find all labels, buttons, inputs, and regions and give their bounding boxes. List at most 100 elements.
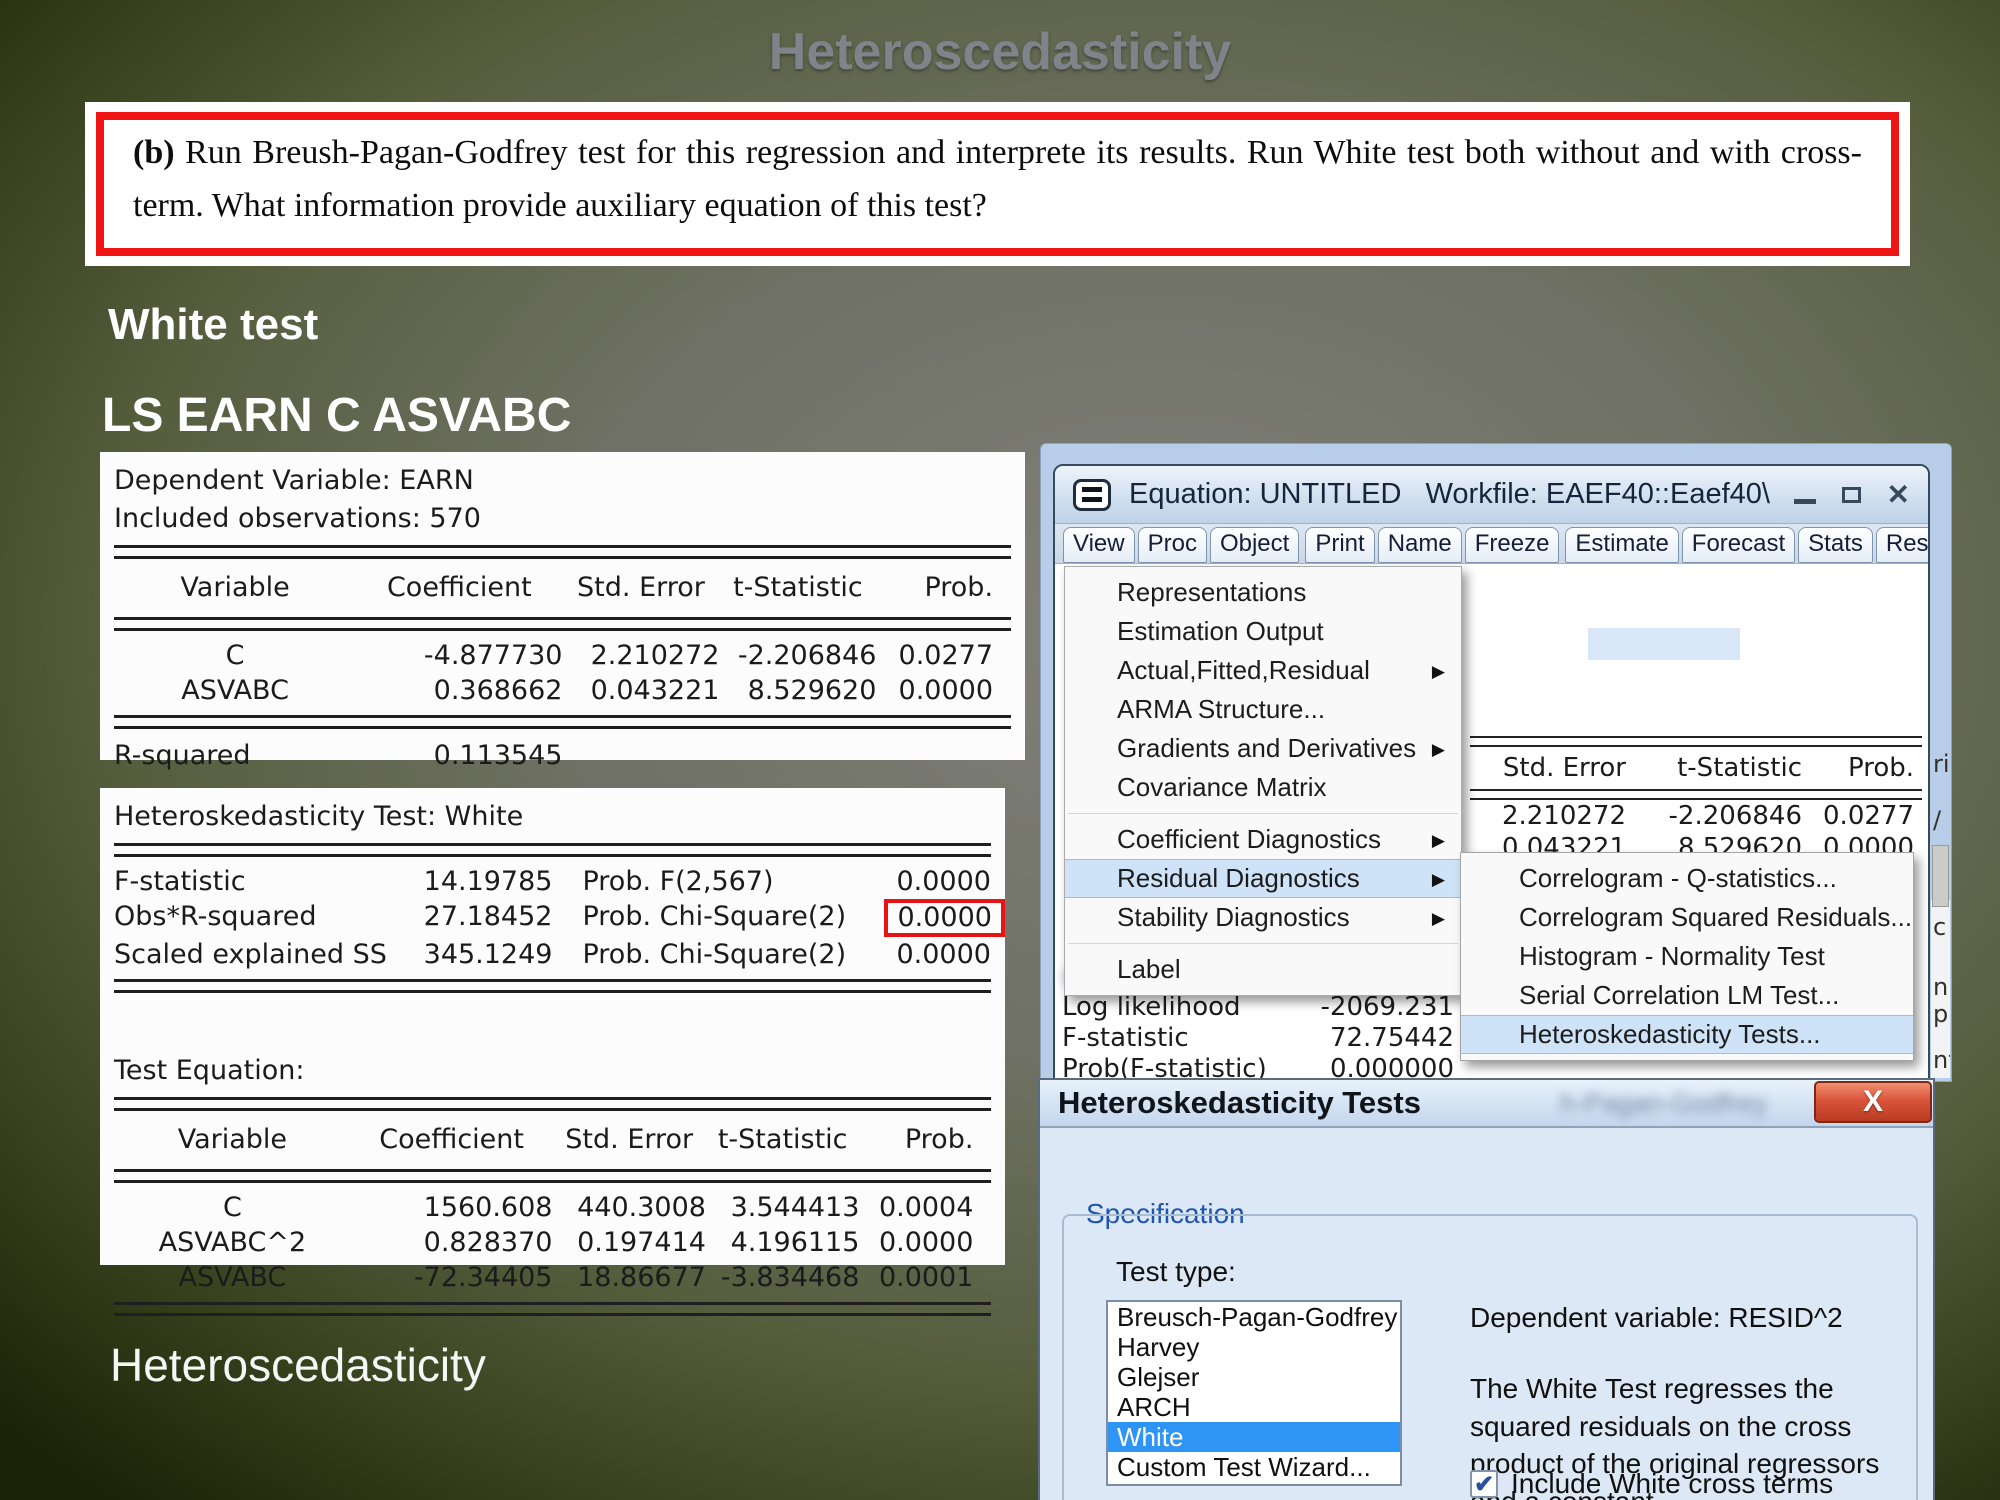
highlighted-prob-value: 0.0000 xyxy=(884,899,1004,937)
test-equation-label: Test Equation: xyxy=(114,1052,991,1090)
cell-selection-highlight xyxy=(1588,628,1740,660)
menu-item-label: Actual,Fitted,Residual xyxy=(1117,655,1370,685)
stat-label: F-statistic xyxy=(1062,1023,1189,1054)
heading-command: LS EARN C ASVABC xyxy=(102,388,571,443)
toolbar-button-view[interactable]: View xyxy=(1063,527,1135,563)
dialog-close-icon[interactable]: X xyxy=(1814,1081,1932,1123)
table-row: 2.210272 -2.206846 0.0277 xyxy=(1470,800,1922,832)
r-squared-label: R-squared xyxy=(114,736,356,776)
cell: Obs*R-squared xyxy=(114,899,403,937)
cell: Scaled explained SS xyxy=(114,937,403,972)
menu-item-label: Serial Correlation LM Test... xyxy=(1519,980,1839,1010)
equation-window-title: Equation: UNTITLED Workfile: EAEF40::Eae… xyxy=(1129,478,1794,511)
menu-item-arma-structure[interactable]: ARMA Structure... xyxy=(1065,690,1461,729)
submenu-item-heteroskedasticity-tests[interactable]: Heteroskedasticity Tests... xyxy=(1461,1015,1913,1054)
divider xyxy=(114,1302,991,1316)
toolbar-button-proc[interactable]: Proc xyxy=(1138,527,1207,563)
toolbar-button-stats[interactable]: Stats xyxy=(1798,527,1873,563)
menu-item-stability-diagnostics[interactable]: Stability Diagnostics▶ xyxy=(1065,898,1461,937)
cell: 0.0004 xyxy=(859,1190,973,1225)
edge-text-fragment: n xyxy=(1933,973,1950,1001)
toolbar-button-resids[interactable]: Resids xyxy=(1876,527,1930,563)
background-output-table: Std. Error t-Statistic Prob. 2.210272 -2… xyxy=(1470,736,1922,864)
cell: ASVABC xyxy=(114,673,356,708)
stat-row: F-statistic 72.75442 xyxy=(1062,1023,1454,1054)
summary-row: Scaled explained SS 345.1249 Prob. Chi-S… xyxy=(114,937,991,972)
menu-item-gradients-derivatives[interactable]: Gradients and Derivatives▶ xyxy=(1065,729,1461,768)
cell: 0.0000 xyxy=(859,1225,973,1260)
cell: 0.0000 xyxy=(868,864,991,899)
menu-item-representations[interactable]: Representations xyxy=(1065,573,1461,612)
cell: 345.1249 xyxy=(403,937,552,972)
summary-row: F-statistic 14.19785 Prob. F(2,567) 0.00… xyxy=(114,864,991,899)
divider xyxy=(1470,789,1922,800)
submenu-arrow-icon: ▶ xyxy=(1432,821,1445,860)
menu-item-covariance-matrix[interactable]: Covariance Matrix xyxy=(1065,768,1461,807)
cell: 0.0277 xyxy=(1802,800,1914,832)
menu-item-label: Estimation Output xyxy=(1117,616,1324,646)
edge-text-fragment: / xyxy=(1933,806,1950,834)
divider xyxy=(114,1169,991,1183)
dependent-variable-label: Dependent variable: RESID^2 xyxy=(1470,1302,1843,1334)
submenu-arrow-icon: ▶ xyxy=(1432,899,1445,938)
cell: 0.828370 xyxy=(351,1225,553,1260)
submenu-item-correlogram-q[interactable]: Correlogram - Q-statistics... xyxy=(1461,859,1913,898)
edge-text-fragment: nt xyxy=(1933,1046,1950,1074)
maximize-icon[interactable] xyxy=(1842,487,1861,503)
cell: 1560.608 xyxy=(351,1190,553,1225)
table-row: ASVABC^2 0.828370 0.197414 4.196115 0.00… xyxy=(114,1225,991,1260)
divider xyxy=(114,617,1011,631)
dialog-title: Heteroskedasticity Tests xyxy=(1058,1085,1421,1121)
toolbar-button-print[interactable]: Print xyxy=(1305,527,1374,563)
cell: -4.877730 xyxy=(356,638,562,673)
edge-text-fragment: p xyxy=(1933,1000,1950,1028)
cell: 18.86677 xyxy=(552,1260,705,1295)
list-item-glejser[interactable]: Glejser xyxy=(1108,1362,1400,1392)
cell: 440.3008 xyxy=(552,1190,705,1225)
menu-item-label: Gradients and Derivatives xyxy=(1117,733,1416,763)
cell: -2.206846 xyxy=(1626,800,1802,832)
dependent-variable-line: Dependent Variable: EARN xyxy=(114,462,1011,500)
cell: 0.0001 xyxy=(859,1260,973,1295)
toolbar-button-estimate[interactable]: Estimate xyxy=(1565,527,1678,563)
list-item-white-selected[interactable]: White xyxy=(1108,1422,1400,1452)
menu-item-label-entry[interactable]: Label xyxy=(1065,950,1461,989)
menu-item-label: Correlogram - Q-statistics... xyxy=(1519,863,1837,893)
menu-item-coefficient-diagnostics[interactable]: Coefficient Diagnostics▶ xyxy=(1065,820,1461,859)
equation-toolbar: View Proc Object Print Name Freeze Estim… xyxy=(1055,524,1928,564)
submenu-arrow-icon: ▶ xyxy=(1432,861,1445,898)
menu-item-label: Heteroskedasticity Tests... xyxy=(1519,1019,1821,1049)
toolbar-button-forecast[interactable]: Forecast xyxy=(1682,527,1795,563)
table-header: Variable Coefficient Std. Error t-Statis… xyxy=(114,566,1011,610)
toolbar-button-name[interactable]: Name xyxy=(1378,527,1462,563)
list-item-breusch-pagan-godfrey[interactable]: Breusch-Pagan-Godfrey xyxy=(1108,1302,1400,1332)
checkbox-checked-icon[interactable]: ✔ xyxy=(1470,1470,1498,1498)
cell: -3.834468 xyxy=(706,1260,859,1295)
cell: F-statistic xyxy=(114,864,403,899)
minimize-icon[interactable] xyxy=(1794,499,1816,504)
list-item-custom-test-wizard[interactable]: Custom Test Wizard... xyxy=(1108,1452,1400,1482)
view-menu: Representations Estimation Output Actual… xyxy=(1064,566,1462,996)
menu-item-actual-fitted-residual[interactable]: Actual,Fitted,Residual▶ xyxy=(1065,651,1461,690)
table-header: Variable Coefficient Std. Error t-Statis… xyxy=(114,1118,991,1162)
submenu-item-histogram-normality[interactable]: Histogram - Normality Test xyxy=(1461,937,1913,976)
col-header: Std. Error xyxy=(562,566,719,610)
cell: C xyxy=(114,1190,351,1225)
table-row: ASVABC 0.368662 0.043221 8.529620 0.0000 xyxy=(114,673,1011,708)
toolbar-button-object[interactable]: Object xyxy=(1210,527,1299,563)
col-header: Prob. xyxy=(876,566,993,610)
submenu-item-correlogram-squared[interactable]: Correlogram Squared Residuals... xyxy=(1461,898,1913,937)
col-header: Coefficient xyxy=(356,566,562,610)
list-item-harvey[interactable]: Harvey xyxy=(1108,1332,1400,1362)
cross-terms-checkbox-row: ✔ Include White cross terms xyxy=(1470,1468,1833,1500)
menu-item-residual-diagnostics[interactable]: Residual Diagnostics▶ xyxy=(1065,859,1461,898)
test-type-listbox: Breusch-Pagan-Godfrey Harvey Glejser ARC… xyxy=(1106,1300,1402,1486)
menu-item-estimation-output[interactable]: Estimation Output xyxy=(1065,612,1461,651)
submenu-item-serial-correlation[interactable]: Serial Correlation LM Test... xyxy=(1461,976,1913,1015)
table-header: Std. Error t-Statistic Prob. xyxy=(1470,747,1922,789)
white-test-title: Heteroskedasticity Test: White xyxy=(114,798,991,836)
cell: ASVABC xyxy=(114,1260,351,1295)
list-item-arch[interactable]: ARCH xyxy=(1108,1392,1400,1422)
close-icon[interactable]: ✕ xyxy=(1887,481,1910,509)
toolbar-button-freeze[interactable]: Freeze xyxy=(1465,527,1560,563)
